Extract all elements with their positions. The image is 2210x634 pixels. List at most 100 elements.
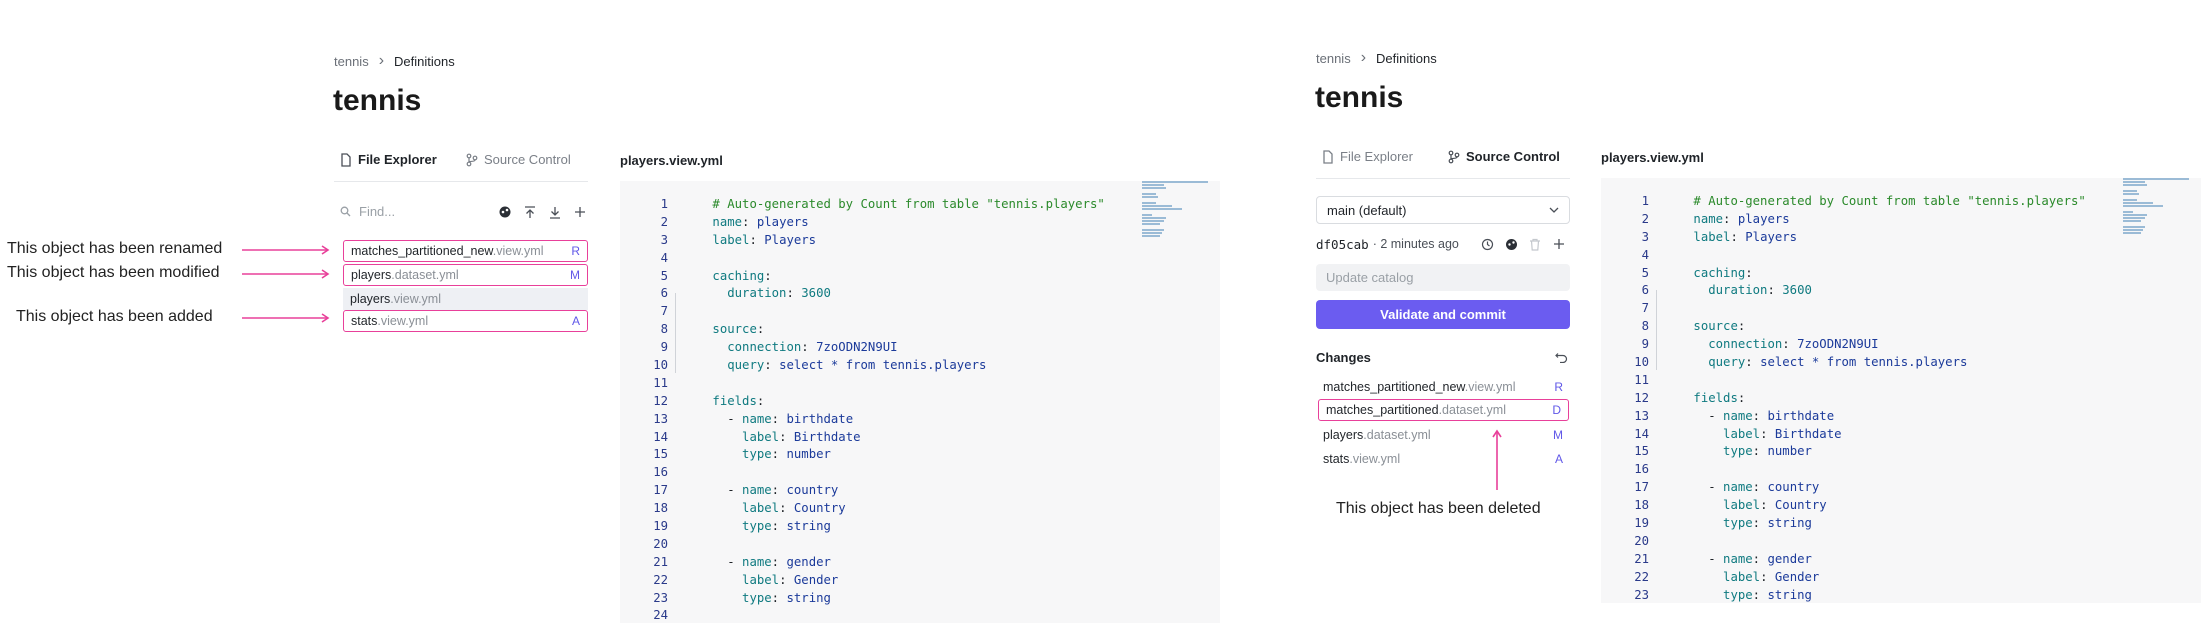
validate-commit-button[interactable]: Validate and commit bbox=[1316, 300, 1570, 329]
code-token: string bbox=[1767, 516, 1812, 531]
line-number: 23 bbox=[1634, 587, 1649, 602]
code-token: birthdate bbox=[1767, 408, 1835, 423]
code-editor[interactable]: 1 # Auto-generated by Count from table "… bbox=[620, 181, 1220, 623]
git-icon[interactable] bbox=[1503, 236, 1519, 252]
line-number: 5 bbox=[1641, 265, 1649, 280]
code-line: 9 connection: 7zoODN2N9UI bbox=[1619, 336, 2086, 354]
code-token: : bbox=[786, 286, 802, 301]
code-token: : bbox=[771, 590, 787, 605]
line-number: 9 bbox=[660, 340, 668, 355]
code-token: - bbox=[1693, 480, 1724, 495]
code-token: select * from tennis.players bbox=[779, 358, 987, 373]
code-token: name bbox=[742, 411, 772, 426]
status-badge: M bbox=[1553, 428, 1563, 442]
indent-guide bbox=[1656, 290, 1657, 370]
code-line: 11 bbox=[638, 375, 1105, 393]
line-number: 10 bbox=[1634, 355, 1649, 370]
code-token: type bbox=[742, 519, 772, 534]
code-token: type bbox=[742, 590, 772, 605]
code-line: 19 type: string bbox=[638, 518, 1105, 536]
trash-icon[interactable] bbox=[1527, 236, 1543, 252]
code-line: 17 - name: country bbox=[638, 482, 1105, 500]
line-number: 19 bbox=[653, 519, 668, 534]
change-item[interactable]: matches_partitioned.dataset.yml D bbox=[1318, 399, 1569, 421]
line-number: 22 bbox=[1634, 569, 1649, 584]
code-line: 5 caching: bbox=[1619, 265, 2086, 283]
status-badge: A bbox=[1554, 452, 1563, 466]
code-token: - bbox=[712, 411, 743, 426]
tab-label: Source Control bbox=[1466, 149, 1560, 164]
code-token: : bbox=[764, 358, 780, 373]
code-token: # Auto-generated by Count from table "te… bbox=[1693, 194, 2086, 208]
line-number: 8 bbox=[1641, 319, 1649, 334]
code-line: 20 bbox=[638, 536, 1105, 554]
chevron-down-icon bbox=[1549, 207, 1559, 213]
code-token: : bbox=[771, 483, 787, 498]
line-number: 12 bbox=[1634, 390, 1649, 405]
code-token: : bbox=[771, 519, 787, 534]
line-number: 2 bbox=[660, 214, 668, 229]
code-token: - bbox=[712, 554, 743, 569]
file-name: players bbox=[1323, 428, 1364, 442]
code-token: name bbox=[742, 483, 772, 498]
line-number: 14 bbox=[653, 429, 668, 444]
code-token: : bbox=[779, 429, 794, 444]
code-token: gender bbox=[1767, 551, 1812, 566]
line-number: 6 bbox=[1641, 283, 1649, 298]
code-token: : bbox=[1730, 229, 1746, 244]
arrow-renamed bbox=[242, 245, 330, 255]
line-number: 1 bbox=[660, 197, 668, 211]
line-number: 4 bbox=[1641, 247, 1649, 262]
line-number: 20 bbox=[1634, 533, 1649, 548]
code-line: 24 bbox=[638, 607, 1105, 625]
code-token: : bbox=[1782, 337, 1798, 352]
change-item[interactable]: matches_partitioned_new.view.yml R bbox=[1316, 376, 1570, 398]
code-token: : bbox=[764, 268, 772, 283]
code-token: 3600 bbox=[801, 286, 831, 301]
line-number: 9 bbox=[1641, 337, 1649, 352]
history-icon[interactable] bbox=[1479, 236, 1495, 252]
code-token: : bbox=[1752, 587, 1768, 602]
update-catalog-input[interactable]: Update catalog bbox=[1316, 264, 1570, 291]
code-token: : bbox=[779, 501, 794, 516]
line-number: 17 bbox=[1634, 480, 1649, 495]
change-item[interactable]: players.dataset.yml M bbox=[1316, 424, 1570, 446]
status-badge: D bbox=[1552, 403, 1561, 417]
branch-select[interactable]: main (default) bbox=[1316, 196, 1570, 224]
code-token: name bbox=[1723, 551, 1753, 566]
code-token: : bbox=[771, 554, 787, 569]
code-token: : bbox=[1760, 426, 1775, 441]
change-item[interactable]: stats.view.yml A bbox=[1316, 448, 1570, 470]
line-number: 23 bbox=[653, 590, 668, 605]
code-token: Gender bbox=[793, 572, 839, 587]
code-token: duration bbox=[1708, 283, 1768, 298]
tab-source-control[interactable]: Source Control bbox=[1448, 149, 1560, 164]
code-token: birthdate bbox=[786, 411, 854, 426]
code-token: Players bbox=[764, 232, 817, 247]
line-number: 21 bbox=[653, 554, 668, 569]
line-number: 19 bbox=[1634, 516, 1649, 531]
code-token: number bbox=[786, 447, 831, 462]
code-line: 16 bbox=[638, 464, 1105, 482]
code-line: 14 label: Birthdate bbox=[638, 429, 1105, 447]
code-line: 14 label: Birthdate bbox=[1619, 426, 2086, 444]
tab-file-explorer[interactable]: File Explorer bbox=[1322, 149, 1413, 164]
minimap[interactable] bbox=[1142, 181, 1212, 238]
code-token: : bbox=[1752, 408, 1768, 423]
code-token: string bbox=[1767, 587, 1812, 602]
minimap[interactable] bbox=[2123, 178, 2193, 235]
undo-icon[interactable] bbox=[1553, 348, 1569, 364]
code-line: 22 label: Gender bbox=[638, 572, 1105, 590]
code-editor[interactable]: 1 # Auto-generated by Count from table "… bbox=[1601, 178, 2201, 603]
plus-icon[interactable] bbox=[1551, 236, 1567, 252]
code-token: fields bbox=[712, 393, 757, 408]
breadcrumb-root[interactable]: tennis bbox=[1316, 51, 1351, 66]
code-token: label bbox=[1693, 229, 1731, 244]
indent-guide bbox=[675, 293, 676, 373]
code-token: country bbox=[1767, 480, 1820, 495]
